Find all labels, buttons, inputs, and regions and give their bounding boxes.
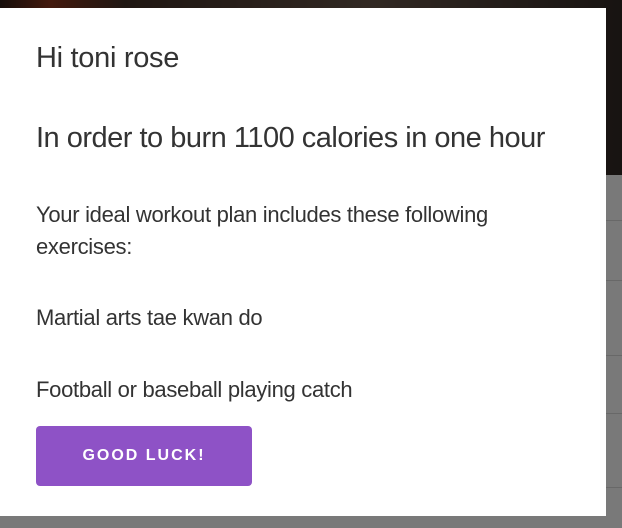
exercise-item: Football or baseball playing catch — [36, 377, 353, 402]
greeting-text: Hi toni rose — [36, 42, 180, 74]
calorie-goal-heading: In order to burn 1100 calories in one ho… — [36, 122, 545, 154]
workout-plan-intro: Your ideal workout plan includes these f… — [36, 202, 488, 259]
good-luck-button[interactable]: GOOD LUCK! — [36, 426, 252, 486]
exercise-item: Martial arts tae kwan do — [36, 305, 263, 330]
workout-plan-modal: Hi toni rose In order to burn 1100 calor… — [0, 8, 606, 516]
